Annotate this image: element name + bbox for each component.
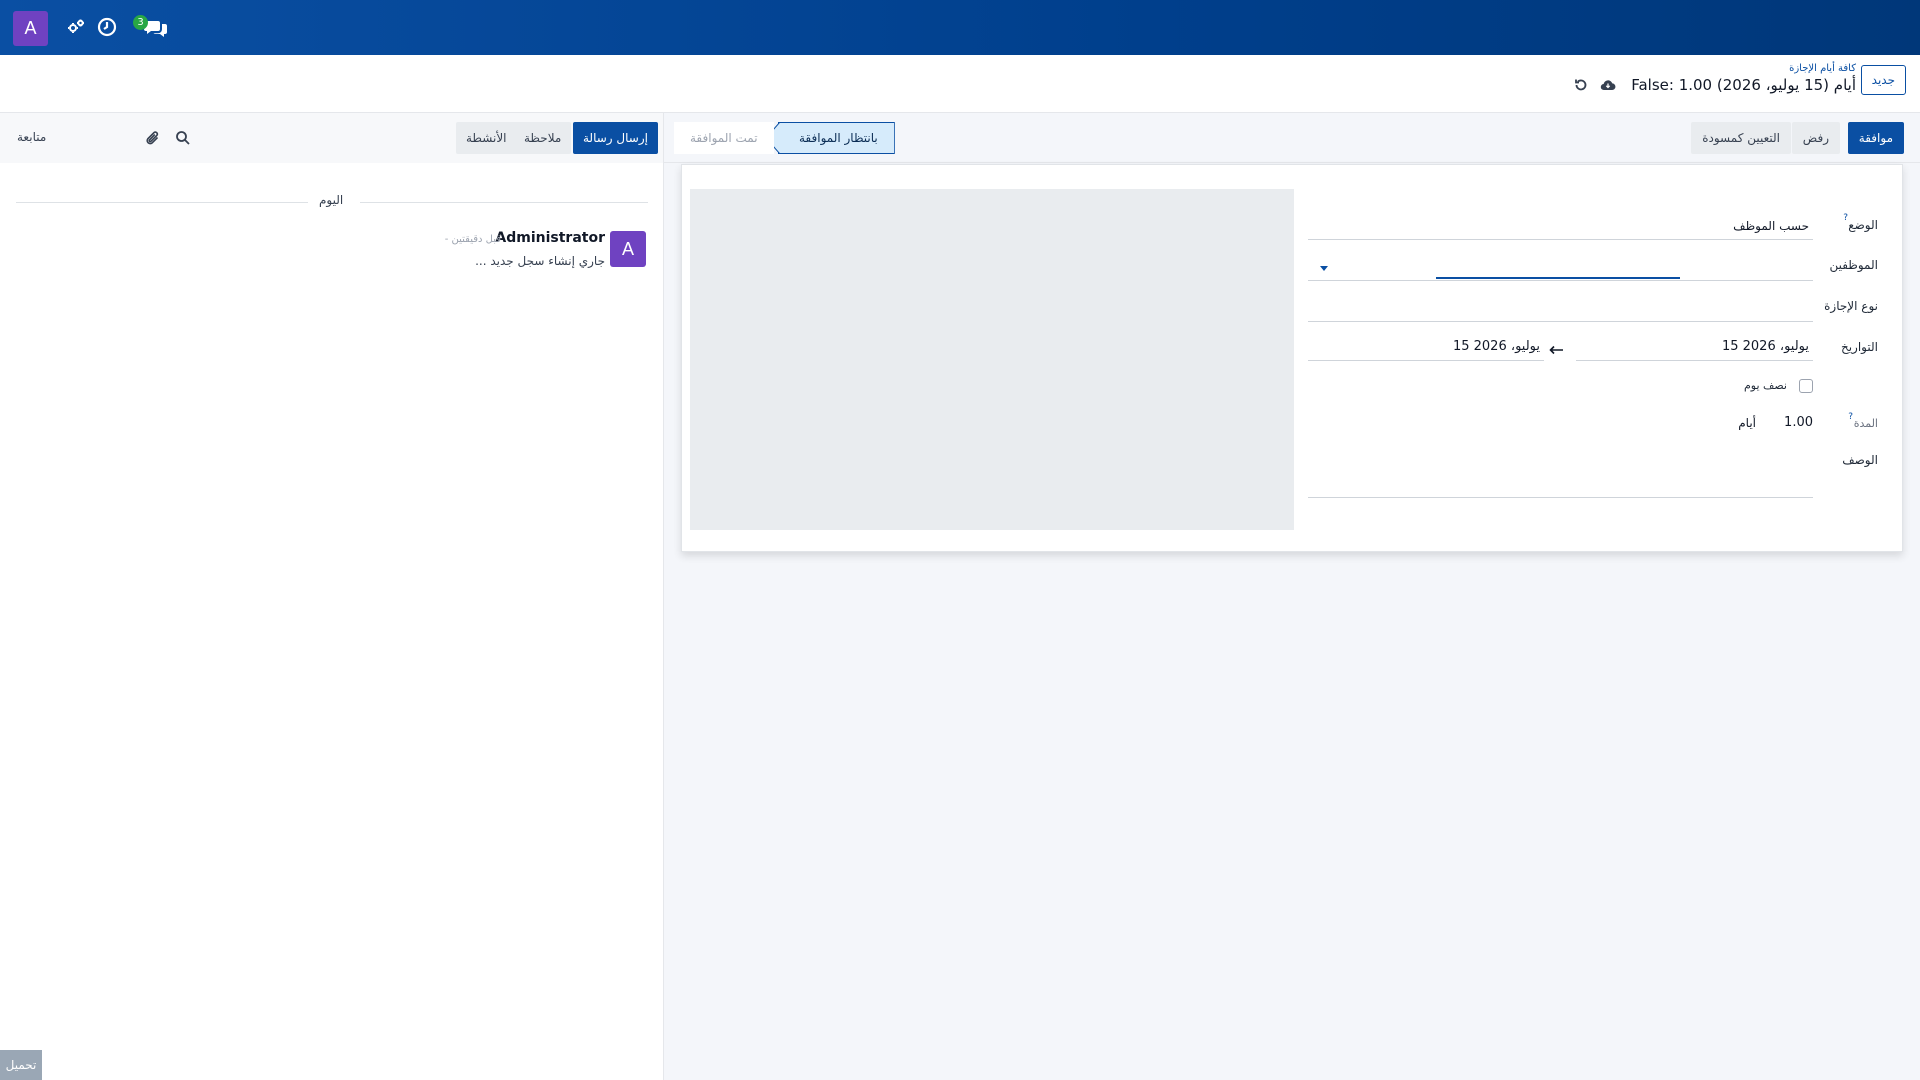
duration-help-icon[interactable]: ? <box>1848 412 1853 422</box>
description-field-line[interactable] <box>1308 497 1813 498</box>
duration-value[interactable]: 1.00 <box>1784 415 1813 430</box>
activities-button[interactable]: الأنشطة <box>456 122 517 154</box>
cloud-save-icon[interactable] <box>1600 77 1616 93</box>
chatter: إرسال رسالة ملاحظة الأنشطة متابعة اليوم … <box>0 113 663 1080</box>
breadcrumb-parent[interactable]: كافة أيام الإجازة <box>1631 63 1856 75</box>
search-icon[interactable] <box>174 129 192 147</box>
log-note-button[interactable]: ملاحظة <box>514 122 572 154</box>
leave-type-field-line[interactable] <box>1308 321 1813 322</box>
message-author-avatar[interactable]: A <box>610 231 646 267</box>
send-message-button[interactable]: إرسال رسالة <box>573 122 658 154</box>
stage-to-approve[interactable]: بانتظار الموافقة <box>778 122 895 154</box>
message-body: جاري إنشاء سجل جديد ... <box>475 254 605 268</box>
message-author[interactable]: Administrator <box>495 230 605 246</box>
follow-button[interactable]: متابعة <box>17 130 46 144</box>
half-day-checkbox[interactable] <box>1799 379 1813 393</box>
mode-value[interactable]: حسب الموظف <box>1733 219 1809 233</box>
employees-label: الموظفين <box>1829 258 1878 272</box>
breadcrumb-current: False: 1.00 أيام (15 يوليو، 2026) <box>1631 76 1856 94</box>
employees-dropdown-icon[interactable] <box>1320 266 1328 271</box>
message-time: - قبل دقيقتين <box>444 234 501 245</box>
half-day-label: نصف يوم <box>1743 379 1787 392</box>
mode-help-icon[interactable]: ? <box>1843 213 1848 223</box>
leave-type-label: نوع الإجازة <box>1824 299 1878 313</box>
separator-line-left <box>16 202 308 203</box>
day-separator-label: اليوم <box>319 193 344 207</box>
employees-focus-line <box>1436 277 1680 279</box>
employees-field-line[interactable] <box>1308 280 1813 281</box>
top-navbar: A 3 <box>0 0 1920 55</box>
date-to-value[interactable]: 15 يوليو، 2026 <box>1453 339 1540 354</box>
chatter-topbar: إرسال رسالة ملاحظة الأنشطة متابعة <box>0 113 663 163</box>
reset-draft-button[interactable]: التعيين كمسودة <box>1691 122 1791 154</box>
date-from-value[interactable]: 15 يوليو، 2026 <box>1722 339 1809 354</box>
duration-unit: أيام <box>1738 416 1756 430</box>
upload-button[interactable]: تحميل <box>0 1050 42 1080</box>
user-avatar[interactable]: A <box>13 11 48 46</box>
date-range-arrow-icon <box>1549 344 1564 355</box>
settings-icon[interactable] <box>64 15 88 39</box>
approve-button[interactable]: موافقة <box>1847 122 1904 154</box>
refuse-button[interactable]: رفض <box>1791 122 1840 154</box>
control-panel: جديد كافة أيام الإجازة False: 1.00 أيام … <box>0 55 1920 113</box>
date-from-line <box>1576 360 1813 361</box>
messages-badge: 3 <box>133 15 148 30</box>
form-area: موافقة رفض التعيين كمسودة بانتظار المواف… <box>663 113 1920 1080</box>
day-separator: اليوم <box>16 193 648 211</box>
clock-icon[interactable] <box>95 15 119 39</box>
separator-line-right <box>360 202 648 203</box>
paperclip-icon[interactable] <box>144 129 162 147</box>
duration-label: المدة <box>1853 417 1878 430</box>
stage-approved[interactable]: تمت الموافقة <box>674 122 774 154</box>
form-sheet: الوضع ? حسب الموظف الموظفين نوع الإجازة … <box>681 164 1903 552</box>
date-to-line <box>1308 360 1544 361</box>
mode-field-line <box>1308 239 1813 240</box>
mode-label: الوضع <box>1848 218 1878 232</box>
image-placeholder <box>690 189 1294 530</box>
new-button[interactable]: جديد <box>1860 65 1906 95</box>
discard-icon[interactable] <box>1573 77 1589 93</box>
breadcrumb: كافة أيام الإجازة False: 1.00 أيام (15 ي… <box>1631 63 1856 95</box>
statusbar: موافقة رفض التعيين كمسودة بانتظار المواف… <box>664 113 1920 163</box>
description-label: الوصف <box>1842 453 1878 467</box>
dates-label: التواريخ <box>1840 340 1878 354</box>
